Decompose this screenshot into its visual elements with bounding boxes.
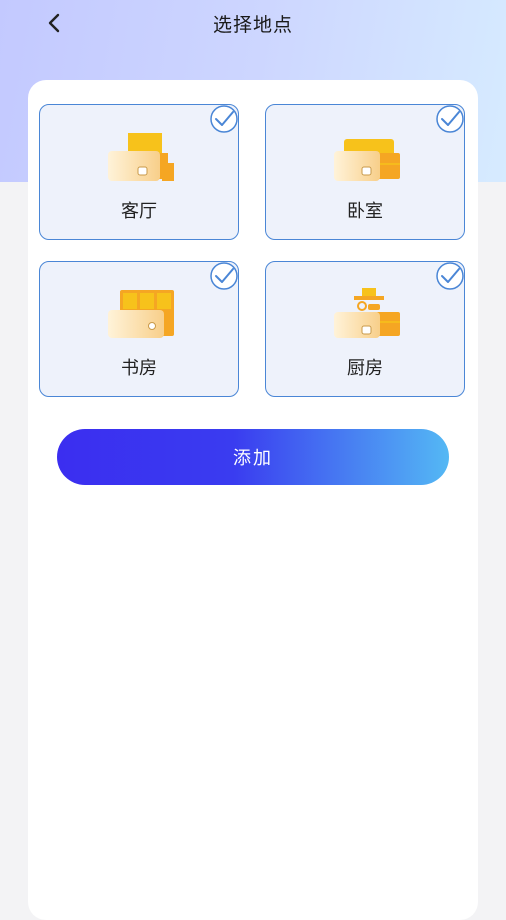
- desk-icon: [108, 290, 174, 338]
- bed-icon: [334, 139, 400, 181]
- check-circle-icon: [436, 105, 464, 133]
- check-circle-icon: [210, 105, 238, 133]
- sofa-icon: [108, 133, 174, 181]
- add-button[interactable]: 添加: [57, 429, 449, 485]
- room-label: 书房: [121, 358, 157, 379]
- room-card-study[interactable]: 书房: [39, 261, 239, 397]
- room-label: 厨房: [347, 358, 383, 379]
- page-title: 选择地点: [212, 14, 293, 36]
- room-card-bedroom[interactable]: 卧室: [265, 104, 465, 240]
- check-circle-icon: [210, 262, 238, 290]
- room-label: 客厅: [121, 201, 157, 222]
- room-card-living-room[interactable]: 客厅: [39, 104, 239, 240]
- room-card-kitchen[interactable]: 厨房: [265, 261, 465, 397]
- check-circle-icon: [436, 262, 464, 290]
- room-label: 卧室: [347, 201, 383, 222]
- header: 选择地点: [0, 0, 506, 46]
- stove-icon: [334, 288, 400, 338]
